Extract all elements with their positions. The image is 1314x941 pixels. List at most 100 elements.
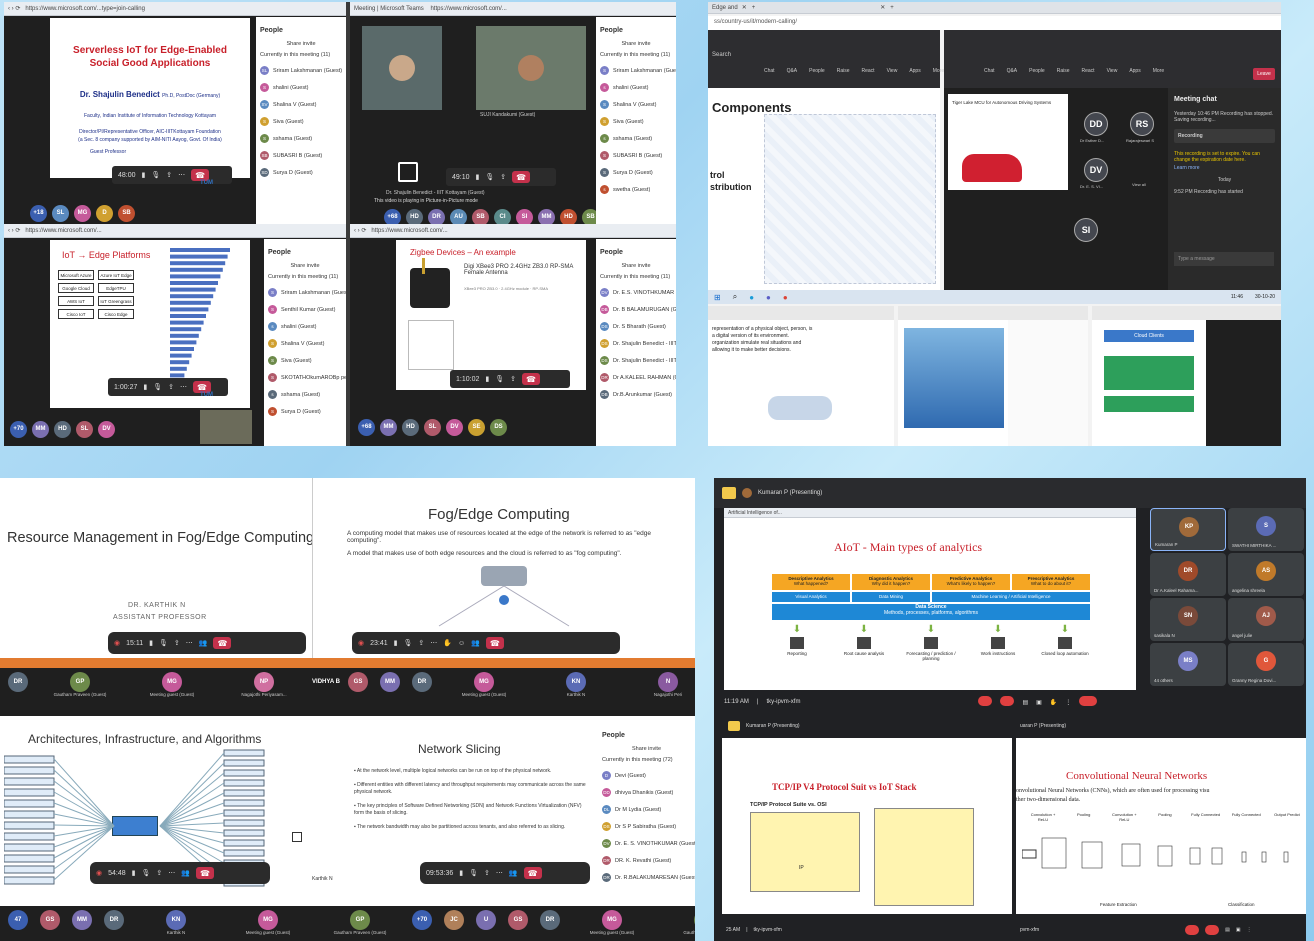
hangup-button[interactable]: ☎ xyxy=(485,637,504,649)
participant-row[interactable]: S Shalina V (Guest) xyxy=(264,335,346,352)
toolbar-chat[interactable]: Chat xyxy=(764,68,775,74)
participant-tile[interactable]: SN sasikala N xyxy=(1150,598,1226,641)
hangup-button[interactable]: ☎ xyxy=(512,171,531,183)
participant-tile[interactable]: G Granny Regina Dovi... xyxy=(1228,643,1304,686)
participant-row[interactable]: S Surya D (Guest) xyxy=(596,164,676,181)
participant-tile[interactable]: GS xyxy=(344,672,372,702)
people-icon[interactable]: 👥 xyxy=(181,869,190,877)
mic-button[interactable] xyxy=(978,696,993,708)
present-icon[interactable]: ▣ xyxy=(1036,699,1042,706)
participant-row[interactable]: Ssshama (Guest) xyxy=(256,130,346,147)
hangup-button[interactable] xyxy=(1079,696,1098,708)
participant-row[interactable]: DS Dr. Shajulin Benedict - IIITKottayam (… xyxy=(596,352,676,369)
camera-icon[interactable]: ▮ xyxy=(485,375,489,383)
more-icon[interactable]: ⋯ xyxy=(178,171,185,179)
participant-tile[interactable]: MG Meeting guest (Guest) xyxy=(128,672,216,702)
search-icon[interactable]: ⌕ xyxy=(733,292,737,302)
participant-row[interactable]: S Sriram Lakshmanan (Guest) xyxy=(264,284,346,301)
people-icon[interactable]: 👥 xyxy=(199,639,208,647)
participant-tile[interactable]: DR Dr A.Kaleel Rahama... xyxy=(1150,553,1226,596)
participant-row[interactable]: S SUBASRI B (Guest) xyxy=(596,147,676,164)
more-icon[interactable]: ⋯ xyxy=(430,639,437,647)
toolbar-react[interactable]: React xyxy=(862,68,875,74)
participant-row[interactable]: D Devi (Guest) xyxy=(598,767,695,784)
share-icon[interactable]: ⇪ xyxy=(168,383,174,391)
mic-icon[interactable]: 🎙 xyxy=(404,639,413,647)
participant-row[interactable]: SL Sriram Lakshmanan (Guest) xyxy=(256,62,346,79)
participant-tile[interactable]: VIDHYA B xyxy=(312,672,340,702)
participant-tile[interactable]: GP Gautham Praveen (Guest) xyxy=(36,672,124,702)
share-invite-button[interactable]: Share invite xyxy=(596,260,676,272)
avatar-rs[interactable]: RS xyxy=(1130,112,1154,136)
participant-row[interactable]: DR DR. K. Revathi (Guest) xyxy=(598,852,695,869)
meeting-controls[interactable]: ◉ 15:11 ▮ 🎙 ⇪ ⋯ 👥 ☎ xyxy=(108,632,306,654)
share-icon[interactable]: ⇪ xyxy=(500,173,506,181)
share-icon[interactable]: ⇪ xyxy=(484,869,490,877)
mic-icon[interactable]: 🎙 xyxy=(485,173,494,181)
meeting-controls[interactable]: ◉ 54:48 ▮ 🎙 ⇪ ⋯ 👥 ☎ xyxy=(90,862,270,884)
more-icon[interactable]: ⋯ xyxy=(180,383,187,391)
participant-tile[interactable]: DR xyxy=(100,910,128,940)
participant-tile[interactable]: MS 44 others xyxy=(1150,643,1226,686)
meeting-controls[interactable]: 48:00 ▮ 🎙 ⇪ ⋯ ☎ xyxy=(112,166,232,184)
more-icon[interactable]: ⋯ xyxy=(496,869,503,877)
participant-row[interactable]: DR Dr A.KALEEL RAHMAN (Guest) xyxy=(596,369,676,386)
pip-icon[interactable] xyxy=(292,832,302,842)
participant-tile[interactable]: AS angelina shreela xyxy=(1228,553,1304,596)
participant-tile[interactable]: GPGautham Praveen G xyxy=(660,910,695,940)
mic-icon[interactable]: 🎙 xyxy=(153,383,162,391)
avatar-dv[interactable]: DV xyxy=(1084,158,1108,182)
share-icon[interactable]: ⇪ xyxy=(510,375,516,383)
toolbar-more[interactable]: More xyxy=(933,68,944,74)
meeting-controls[interactable]: 09:53:36 ▮ 🎙 ⇪ ⋯ 👥 ☎ xyxy=(420,862,590,884)
participant-tile[interactable]: U xyxy=(472,910,500,940)
toolbar-people[interactable]: People xyxy=(809,68,825,74)
more-icon[interactable]: ⋮ xyxy=(1065,699,1071,706)
more-icon[interactable]: ⋯ xyxy=(186,639,193,647)
meeting-controls[interactable]: ◉ 23:41 ▮ 🎙 ⇪ ⋯ ✋ ☺ 👥 ☎ xyxy=(352,632,620,654)
share-invite-button[interactable]: Share invite xyxy=(264,260,346,272)
toolbar-view[interactable]: View xyxy=(887,68,898,74)
search-box[interactable]: Search xyxy=(712,52,731,58)
participant-tile[interactable]: KP Kumaran P xyxy=(1150,508,1226,551)
url-bar[interactable]: ss/country-us/it/modern-calling/ xyxy=(708,16,1281,30)
mic-icon[interactable]: 🎙 xyxy=(469,869,478,877)
participant-row[interactable]: Sshalini (Guest) xyxy=(256,79,346,96)
toolbar-chat[interactable]: Chat xyxy=(984,68,995,74)
browser-tab[interactable]: Artificial Intelligence of... xyxy=(728,510,782,516)
participant-tile[interactable]: MG Meeting guest (Guest) xyxy=(440,672,528,702)
participant-tile[interactable]: KN Karthik N xyxy=(532,672,620,702)
share-invite-button[interactable]: Share invite xyxy=(256,38,346,50)
camera-icon[interactable]: ▮ xyxy=(132,869,136,877)
camera-icon[interactable]: ▮ xyxy=(476,173,480,181)
participant-row[interactable]: DS Dr S P Sabiratha (Guest) xyxy=(598,818,695,835)
camera-icon[interactable]: ▮ xyxy=(149,639,153,647)
participant-row[interactable]: DS Dr. Shajulin Benedict - IIIT Kottay... xyxy=(596,335,676,352)
participant-tile[interactable]: S SWATHI MIRTHIKA ... xyxy=(1228,508,1304,551)
edge-icon[interactable]: ● xyxy=(749,293,754,302)
participant-row[interactable]: S Sriram Lakshmanan (Guest) xyxy=(596,62,676,79)
participant-tile[interactable]: MG Meeting guest (Guest) xyxy=(568,910,656,940)
participant-row[interactable]: s swetha (Guest) xyxy=(596,181,676,198)
participant-row[interactable]: DR Dr. R.BALAKUMARESAN (Guest) xyxy=(598,869,695,886)
toolbar-people[interactable]: People xyxy=(1029,68,1045,74)
hangup-button[interactable]: ☎ xyxy=(521,373,540,385)
participant-tile[interactable]: DR xyxy=(4,672,32,702)
participant-row[interactable]: DD dhivya Dhanikis (Guest) xyxy=(598,784,695,801)
participant-tile[interactable]: MM xyxy=(68,910,96,940)
leave-button[interactable]: Leave xyxy=(1253,68,1275,80)
participant-tile[interactable]: MM xyxy=(376,672,404,702)
avatar-dd[interactable]: DD xyxy=(1084,112,1108,136)
participant-row[interactable]: s shalini (Guest) xyxy=(264,318,346,335)
participant-row[interactable]: DL Dr M Lydia (Guest) xyxy=(598,801,695,818)
meeting-controls[interactable]: 49:10 ▮ 🎙 ⇪ ☎ xyxy=(446,168,556,186)
mic-icon[interactable]: 🎙 xyxy=(159,639,168,647)
share-icon[interactable]: ⇪ xyxy=(174,639,180,647)
participant-tile[interactable]: GP Gautham Praveen (Guest) xyxy=(316,910,404,940)
toolbar-view[interactable]: View xyxy=(1107,68,1118,74)
chat-input[interactable]: Type a message xyxy=(1174,252,1274,266)
cam-button[interactable] xyxy=(1205,925,1220,935)
participant-tile[interactable]: N Nagajothi Peri xyxy=(624,672,695,702)
windows-icon[interactable]: ⊞ xyxy=(714,293,721,302)
toolbar-apps[interactable]: Apps xyxy=(909,68,920,74)
